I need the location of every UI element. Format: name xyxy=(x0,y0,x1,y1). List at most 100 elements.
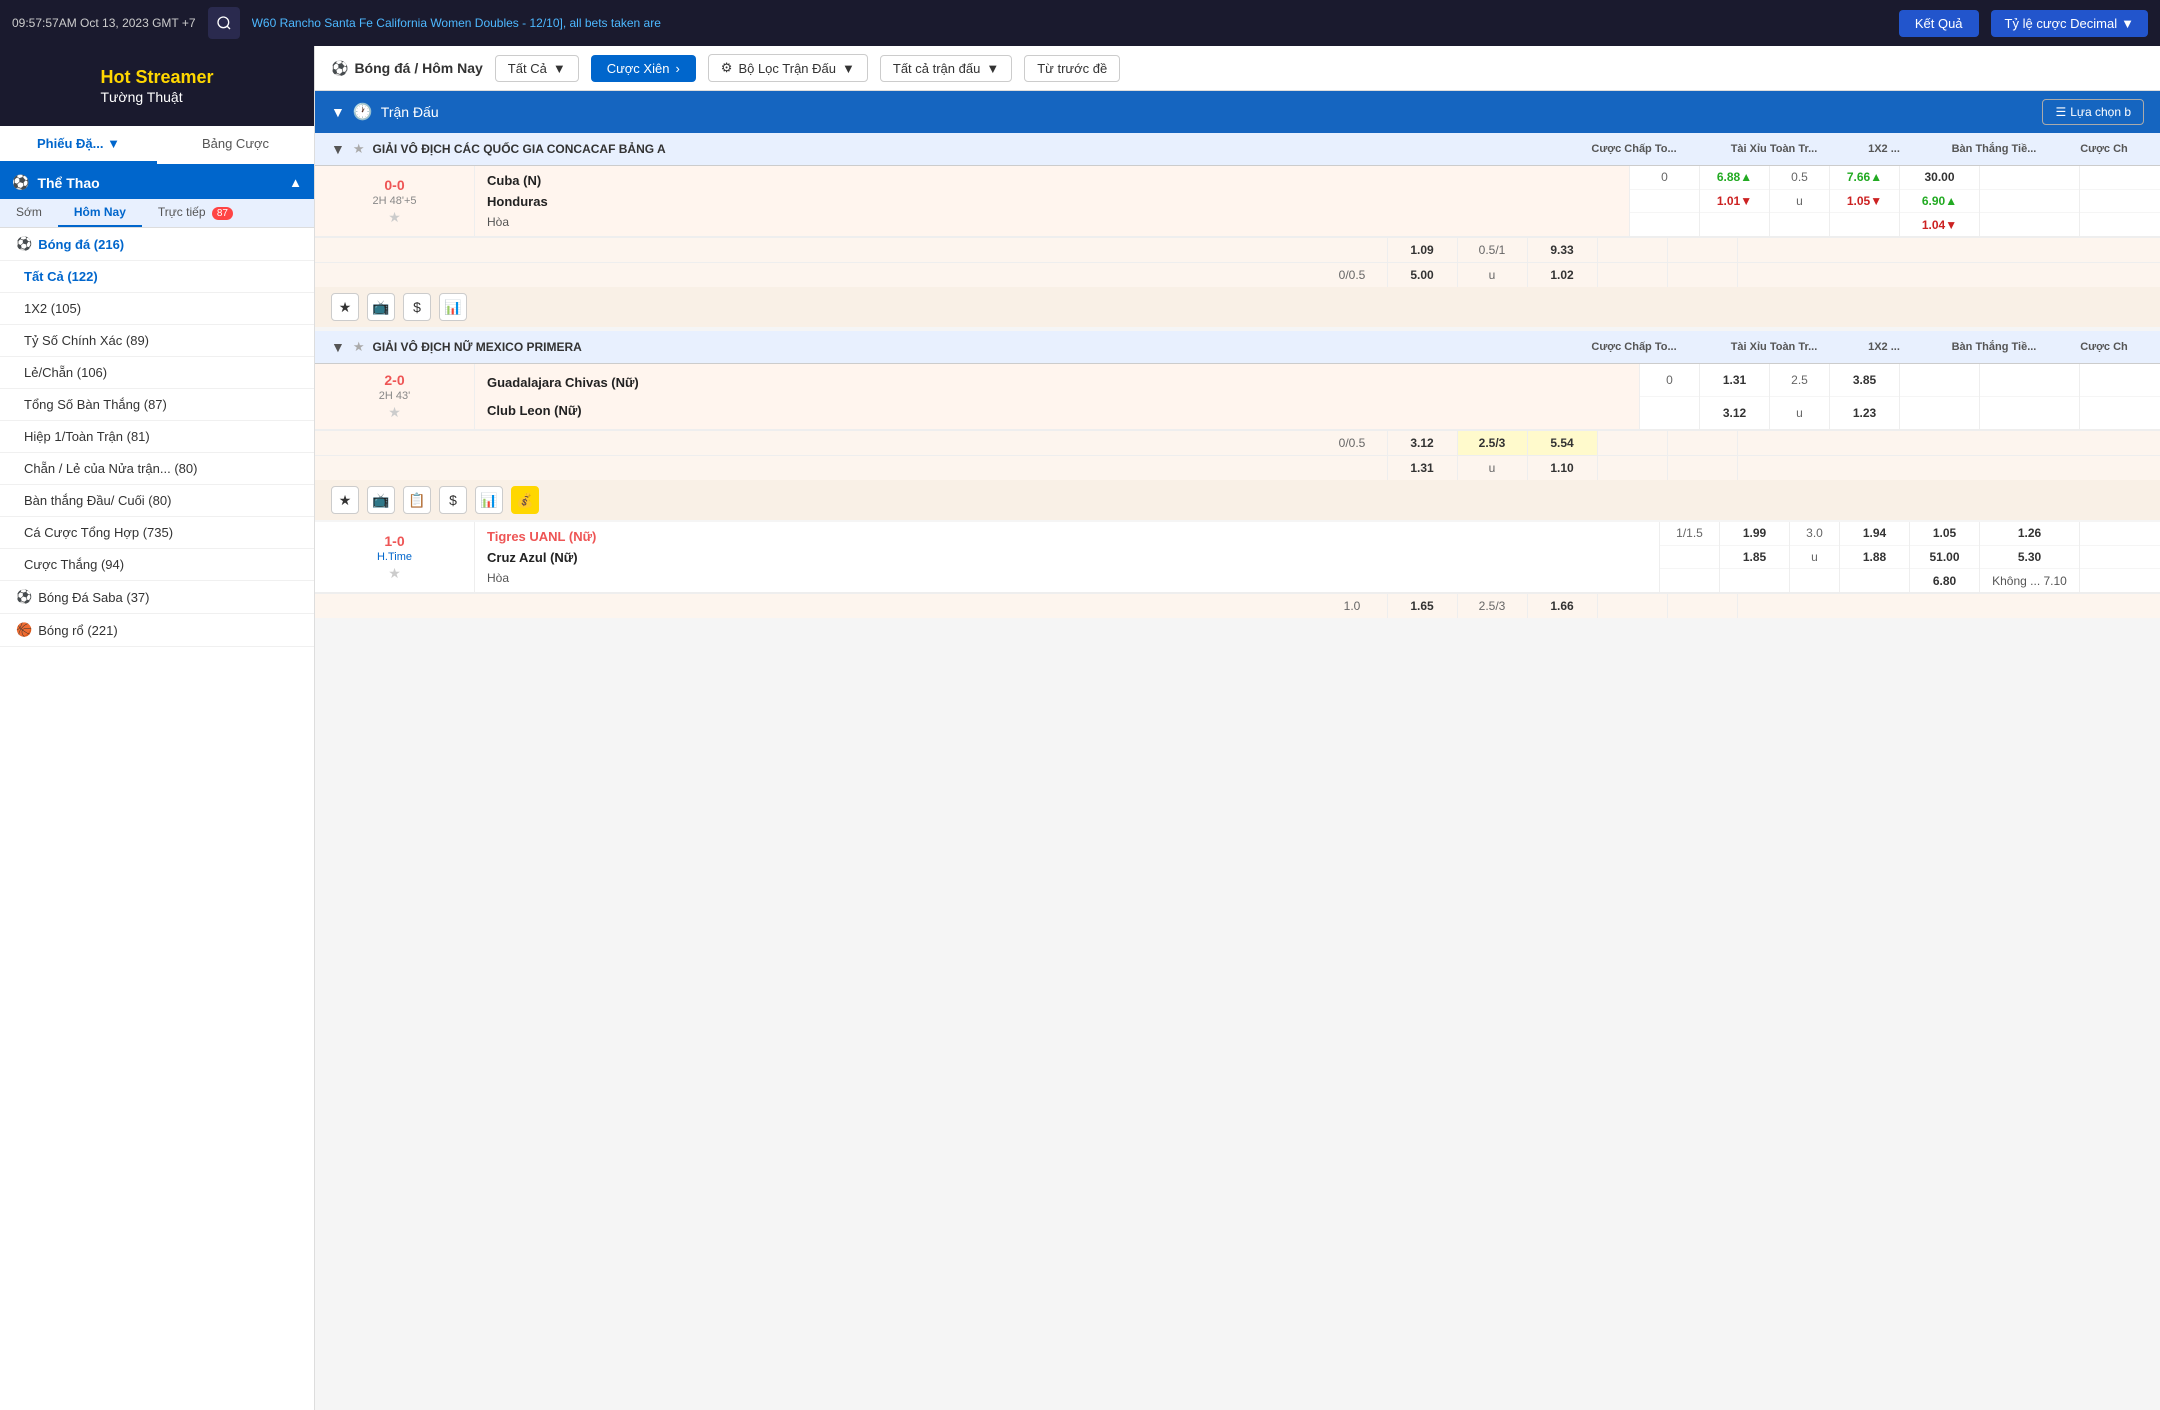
draw-label-tigres: Hòa xyxy=(487,568,1647,588)
league-collapse-button2[interactable]: ▼ xyxy=(331,339,345,355)
star-icon2[interactable]: ★ xyxy=(353,339,365,355)
banner-subtitle: Tường Thuật xyxy=(100,89,213,105)
league-section-concacaf: ▼ ★ GIẢI VÔ ĐỊCH CÁC QUỐC GIA CONCACAF B… xyxy=(315,133,2160,327)
collapse-all-button[interactable]: ▼ xyxy=(331,104,345,120)
sidebar-item-ca-cuoc[interactable]: Cá Cược Tổng Hợp (735) xyxy=(0,517,314,549)
odds-t-val2: 1.94 1.88 xyxy=(1840,522,1910,592)
footer-coin-icon[interactable]: 💰 xyxy=(511,486,539,514)
match-info-cuba: 0-0 2H 48'+5 ★ xyxy=(315,166,475,236)
star-icon[interactable]: ★ xyxy=(353,141,365,157)
sidebar: Hot Streamer Tường Thuật Phiếu Đặ... ▼ B… xyxy=(0,46,315,1410)
chevron-down-icon: ▼ xyxy=(842,61,855,76)
team-leon: Club Leon (Nữ) xyxy=(487,400,1627,421)
soccer2-icon: ⚽ xyxy=(16,589,32,605)
odds-ban-thang-col xyxy=(1980,166,2080,236)
league-header-concacaf: ▼ ★ GIẢI VÔ ĐỊCH CÁC QUỐC GIA CONCACAF B… xyxy=(315,133,2160,166)
match-teams-tigres: Tigres UANL (Nữ) Cruz Azul (Nữ) Hòa xyxy=(475,522,1660,592)
col-header-tai-xiu2: Tài Xỉu Toàn Tr... xyxy=(1704,341,1844,353)
sport-title-label: Thể Thao xyxy=(37,175,99,191)
footer-note-icon[interactable]: 📋 xyxy=(403,486,431,514)
matches-container: ▼ ★ GIẢI VÔ ĐỊCH CÁC QUỐC GIA CONCACAF B… xyxy=(315,133,2160,1410)
col-header-cuoc-ch2: Cược Ch xyxy=(2064,341,2144,353)
odds-1x2-col: 30.00 6.90▲ 1.04▼ xyxy=(1900,166,1980,236)
tab-truc-tiep[interactable]: Trực tiếp 87 xyxy=(142,199,249,227)
search-button[interactable] xyxy=(208,7,240,39)
content-area: ⚽ Bóng đá / Hôm Nay Tất Cả ▼ Cược Xiên ›… xyxy=(315,46,2160,1410)
match-time: 2H 48'+5 xyxy=(373,195,417,207)
footer-dollar-icon[interactable]: $ xyxy=(403,293,431,321)
match-block-cuba: 0-0 2H 48'+5 ★ Cuba (N) Honduras Hòa 0 xyxy=(315,166,2160,327)
top-bar: 09:57:57AM Oct 13, 2023 GMT +7 W60 Ranch… xyxy=(0,0,2160,46)
sidebar-tab-group: Phiếu Đặ... ▼ Bảng Cược xyxy=(0,126,314,166)
tab-hom-nay[interactable]: Hôm Nay xyxy=(58,199,142,227)
tab-phieu-dat[interactable]: Phiếu Đặ... ▼ xyxy=(0,126,157,164)
footer-dollar-icon2[interactable]: $ xyxy=(439,486,467,514)
col-header-cuoc-ch: Cược Ch xyxy=(2064,143,2144,155)
footer-chart-icon[interactable]: 📊 xyxy=(439,293,467,321)
sidebar-item-hiep1[interactable]: Hiệp 1/Toàn Trận (81) xyxy=(0,421,314,453)
odds-g-val2: 3.85 1.23 xyxy=(1830,364,1900,429)
match-score-tigres: 1-0 xyxy=(384,533,404,549)
sidebar-banner: Hot Streamer Tường Thuật xyxy=(0,46,314,126)
footer-tv-icon2[interactable]: 📺 xyxy=(367,486,395,514)
sidebar-item-1x2[interactable]: 1X2 (105) xyxy=(0,293,314,325)
sidebar-item-bongda[interactable]: ⚽ Bóng đá (216) xyxy=(0,228,314,261)
odds-taixiu-label-col: 0.5 u xyxy=(1770,166,1830,236)
tat-ca-tran-button[interactable]: Tất cả trận đấu ▼ xyxy=(880,55,1012,82)
sidebar-item-bongda-saba[interactable]: ⚽ Bóng Đá Saba (37) xyxy=(0,581,314,614)
cuoc-xien-button[interactable]: Cược Xiên › xyxy=(591,55,696,82)
lua-chon-button[interactable]: ☰ Lựa chọn b xyxy=(2042,99,2144,125)
star-fav-icon[interactable]: ★ xyxy=(388,404,401,421)
tab-bang-cuoc[interactable]: Bảng Cược xyxy=(157,126,314,164)
odds-g-cuocch xyxy=(2080,364,2160,429)
sidebar-item-chan-le[interactable]: Chẵn / Lẻ của Nửa trận... (80) xyxy=(0,453,314,485)
sidebar-item-tat-ca[interactable]: Tất Cả (122) xyxy=(0,261,314,293)
sport-section-header[interactable]: ⚽ Thể Thao ▲ xyxy=(0,166,314,199)
league-collapse-button[interactable]: ▼ xyxy=(331,141,345,157)
sidebar-item-ty-so[interactable]: Tỷ Số Chính Xác (89) xyxy=(0,325,314,357)
odds-type-button[interactable]: Tỷ lệ cược Decimal ▼ xyxy=(1991,10,2148,37)
sidebar-item-tong-so[interactable]: Tổng Số Bàn Thắng (87) xyxy=(0,389,314,421)
tu-truoc-button[interactable]: Từ trước đề xyxy=(1024,55,1120,82)
arrow-right-icon: › xyxy=(675,61,679,76)
live-badge: 87 xyxy=(212,207,233,220)
footer-star-icon[interactable]: ★ xyxy=(331,293,359,321)
sidebar-item-le-chan[interactable]: Lẻ/Chẵn (106) xyxy=(0,357,314,389)
league-name-mexico: GIẢI VÔ ĐỊCH NỮ MEXICO PRIMERA xyxy=(373,340,1556,354)
match-score-guadalajara: 2-0 xyxy=(384,372,404,388)
draw-label: Hòa xyxy=(487,212,1617,232)
match-row-main: 0-0 2H 48'+5 ★ Cuba (N) Honduras Hòa 0 xyxy=(315,166,2160,237)
star-fav2-icon[interactable]: ★ xyxy=(388,565,401,582)
bo-loc-button[interactable]: ⚙ Bộ Lọc Trận Đấu ▼ xyxy=(708,54,868,82)
col-header-chap: Cược Chấp To... xyxy=(1564,143,1704,155)
soccer-ball-icon: ⚽ xyxy=(12,174,29,191)
soccer-icon: ⚽ xyxy=(16,236,32,252)
match-row-tigres: 1-0 H.Time ★ Tigres UANL (Nữ) Cruz Azul … xyxy=(315,522,2160,593)
odds-g-banthang xyxy=(1980,364,2080,429)
tab-som[interactable]: Sớm xyxy=(0,199,58,227)
sidebar-item-ban-thang[interactable]: Bàn thắng Đầu/ Cuối (80) xyxy=(0,485,314,517)
filter-tat-ca-button[interactable]: Tất Cả ▼ xyxy=(495,55,579,82)
match-footer-cuba: ★ 📺 $ 📊 xyxy=(315,287,2160,327)
match-list-title: Trận Đấu xyxy=(381,104,439,120)
match-teams-cuba: Cuba (N) Honduras Hòa xyxy=(475,166,1630,236)
col-header-1x2: 1X2 ... xyxy=(1844,143,1924,155)
match-sub-row2: 0/0.5 5.00 u 1.02 xyxy=(315,262,2160,287)
star-favorite-icon[interactable]: ★ xyxy=(388,209,401,226)
sidebar-item-cuoc-thang[interactable]: Cược Thắng (94) xyxy=(0,549,314,581)
footer-chart-icon2[interactable]: 📊 xyxy=(475,486,503,514)
sidebar-item-bong-ro[interactable]: 🏀 Bóng rổ (221) xyxy=(0,614,314,647)
odds-chap-label-col: 0 xyxy=(1630,166,1700,236)
footer-tv-icon[interactable]: 📺 xyxy=(367,293,395,321)
team-guadalajara: Guadalajara Chivas (Nữ) xyxy=(487,372,1627,393)
match-sub-row-g1: 0/0.5 3.12 2.5/3 5.54 xyxy=(315,430,2160,455)
match-info-guadalajara: 2-0 2H 43' ★ xyxy=(315,364,475,429)
chevron-down-icon: ▼ xyxy=(986,61,999,76)
team-tigres: Tigres UANL (Nữ) xyxy=(487,526,1647,547)
odds-g-label2: 2.5 u xyxy=(1770,364,1830,429)
chevron-down-icon: ▼ xyxy=(553,61,566,76)
result-button[interactable]: Kết Quả xyxy=(1899,10,1979,37)
league-section-mexico: ▼ ★ GIẢI VÔ ĐỊCH NỮ MEXICO PRIMERA Cược … xyxy=(315,331,2160,618)
match-sub-row-t1: 1.0 1.65 2.5/3 1.66 xyxy=(315,593,2160,618)
footer-star-icon2[interactable]: ★ xyxy=(331,486,359,514)
